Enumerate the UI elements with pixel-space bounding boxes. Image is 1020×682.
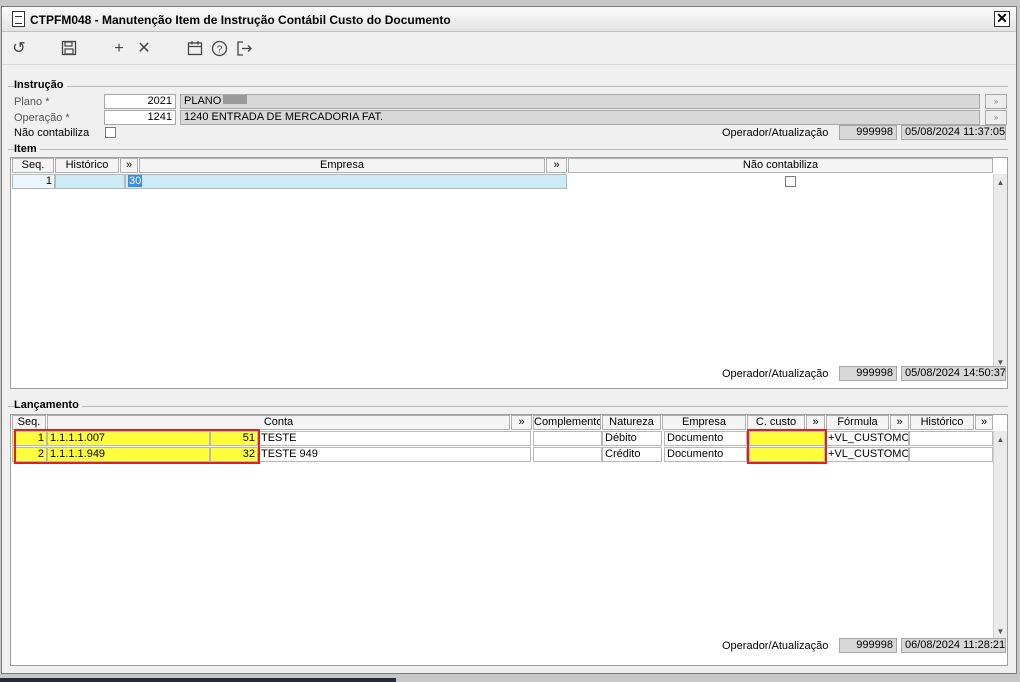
item-operador-label: Operador/Atualização — [722, 368, 829, 380]
lanc-scroll-down-icon[interactable]: ▼ — [996, 627, 1005, 636]
operacao-lookup-button[interactable]: » — [985, 110, 1007, 125]
item-nao-contabiliza-checkbox[interactable] — [785, 176, 796, 187]
lanc-row1-conta-desc[interactable]: TESTE — [258, 431, 531, 446]
lanc-col-conta-expand[interactable]: » — [511, 415, 532, 430]
nao-contabiliza-checkbox[interactable] — [105, 127, 116, 138]
item-col-empresa-expand[interactable]: » — [546, 158, 567, 173]
window-title: CTPFM048 - Manutenção Item de Instrução … — [30, 13, 451, 27]
lanc-scroll-up-icon[interactable]: ▲ — [996, 435, 1005, 444]
lanc-row1-historico[interactable] — [909, 431, 993, 446]
instrucao-heading: Instrução — [14, 79, 67, 91]
lanc-row2-formula[interactable]: +VL_CUSTOMCM — [825, 447, 909, 462]
save-icon[interactable] — [60, 40, 78, 58]
operacao-label: Operação * — [14, 112, 70, 124]
lanc-col-ccusto[interactable]: C. custo — [747, 415, 805, 430]
lancamento-separator — [8, 406, 1008, 407]
lanc-col-empresa[interactable]: Empresa — [662, 415, 746, 430]
plano-code-field[interactable]: 2021 — [104, 94, 176, 109]
conta-highlight-box — [14, 429, 260, 464]
lanc-row2-historico[interactable] — [909, 447, 993, 462]
main-window: CTPFM048 - Manutenção Item de Instrução … — [1, 6, 1017, 674]
lanc-col-seq[interactable]: Seq. — [12, 415, 46, 430]
item-scrollbar[interactable]: ▲ ▼ — [993, 174, 1007, 372]
taskbar-strip — [0, 678, 396, 682]
ccusto-highlight-box — [747, 429, 827, 464]
nao-contabiliza-label: Não contabiliza — [14, 127, 90, 139]
lanc-row2-natureza[interactable]: Crédito — [602, 447, 662, 462]
exit-icon[interactable] — [235, 40, 253, 58]
close-button[interactable]: ✕ — [994, 11, 1010, 27]
add-icon[interactable]: + — [110, 40, 128, 58]
lanc-col-historico[interactable]: Histórico — [910, 415, 974, 430]
calendar-icon[interactable] — [186, 40, 204, 58]
svg-text:?: ? — [216, 45, 222, 56]
lanc-row2-conta-desc[interactable]: TESTE 949 — [258, 447, 531, 462]
item-col-seq[interactable]: Seq. — [12, 158, 54, 173]
lanc-col-natureza[interactable]: Natureza — [602, 415, 661, 430]
item-row-historico[interactable] — [55, 174, 125, 189]
item-row-empresa[interactable]: 30 — [125, 174, 567, 189]
toolbar: ↺ + ✕ ? — [2, 33, 1016, 65]
operacao-desc-field: 1240 ENTRADA DE MERCADORIA FAT. — [180, 110, 980, 125]
item-empresa-value: 30 — [128, 175, 143, 187]
lanc-col-formula[interactable]: Fórmula — [826, 415, 889, 430]
item-col-historico[interactable]: Histórico — [55, 158, 119, 173]
plano-label: Plano * — [14, 96, 50, 108]
plano-lookup-button[interactable]: » — [985, 94, 1007, 109]
lanc-col-formula-expand[interactable]: » — [890, 415, 909, 430]
item-operador-field: 999998 — [839, 366, 897, 381]
item-atualizacao-field: 05/08/2024 14:50:37 — [901, 366, 1006, 381]
help-icon[interactable]: ? — [210, 40, 228, 58]
instrucao-separator — [8, 86, 1008, 87]
plano-desc-field: PLANO — [180, 94, 980, 109]
lanc-row1-natureza[interactable]: Débito — [602, 431, 662, 446]
lanc-col-historico-expand[interactable]: » — [975, 415, 993, 430]
title-bar: CTPFM048 - Manutenção Item de Instrução … — [2, 7, 1016, 32]
item-col-empresa[interactable]: Empresa — [139, 158, 545, 173]
undo-icon[interactable]: ↺ — [10, 40, 28, 58]
lanc-col-complemento[interactable]: Complemento — [533, 415, 601, 430]
lanc-row2-empresa[interactable]: Documento — [664, 447, 747, 462]
lanc-operador-label: Operador/Atualização — [722, 640, 829, 652]
scroll-up-icon[interactable]: ▲ — [996, 178, 1005, 187]
lanc-atualizacao-field: 06/08/2024 11:28:21 — [901, 638, 1006, 653]
lancamento-heading: Lançamento — [14, 399, 82, 411]
item-heading: Item — [14, 143, 40, 155]
item-row-seq[interactable]: 1 — [12, 174, 55, 189]
delete-icon[interactable]: ✕ — [135, 40, 153, 58]
lanc-row1-formula[interactable]: +VL_CUSTOMCM — [825, 431, 909, 446]
item-col-historico-expand[interactable]: » — [120, 158, 138, 173]
document-icon — [12, 11, 25, 27]
lanc-row1-complemento[interactable] — [533, 431, 602, 446]
lancamento-scrollbar[interactable]: ▲ ▼ — [993, 431, 1007, 641]
operador-field: 999998 — [839, 125, 897, 140]
lanc-col-ccusto-expand[interactable]: » — [806, 415, 825, 430]
lanc-row1-empresa[interactable]: Documento — [664, 431, 747, 446]
item-separator — [8, 149, 1008, 150]
atualizacao-field: 05/08/2024 11:37:05 — [901, 125, 1006, 140]
redacted-block — [223, 95, 248, 104]
operador-label: Operador/Atualização — [722, 127, 829, 139]
item-panel — [10, 157, 1008, 389]
item-col-nao-contabiliza[interactable]: Não contabiliza — [568, 158, 993, 173]
lanc-row2-complemento[interactable] — [533, 447, 602, 462]
lanc-col-conta[interactable]: Conta — [47, 415, 510, 430]
operacao-code-field[interactable]: 1241 — [104, 110, 176, 125]
lanc-operador-field: 999998 — [839, 638, 897, 653]
plano-desc-text: PLANO — [184, 95, 222, 107]
